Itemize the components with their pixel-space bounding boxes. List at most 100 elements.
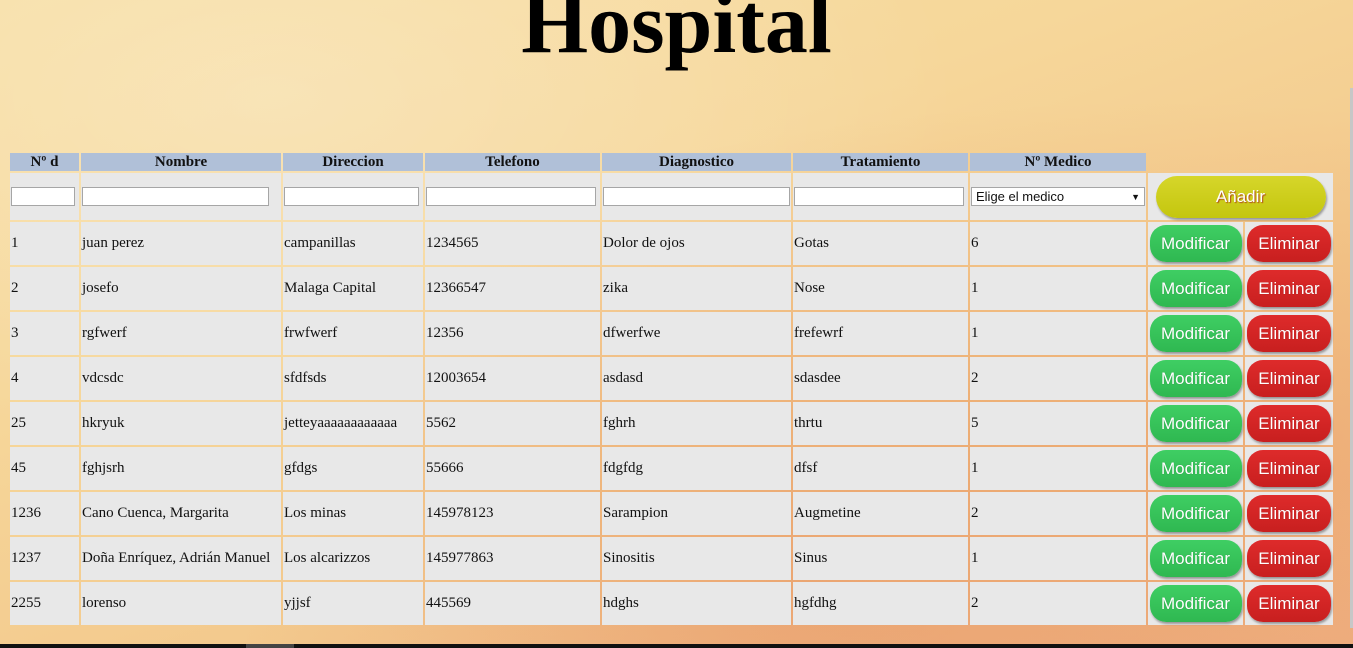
cell-diagnosis: dfwerfwe	[602, 312, 791, 355]
delete-button[interactable]: Eliminar	[1247, 360, 1331, 397]
cell-phone: 12003654	[425, 357, 600, 400]
doctor-select[interactable]: Elige el medico ▼	[971, 187, 1145, 206]
taskbar-item[interactable]	[246, 644, 294, 648]
cell-address: sfdfsds	[283, 357, 423, 400]
cell-diagnosis: fdgfdg	[602, 447, 791, 490]
column-header-doctor: Nº Medico	[970, 153, 1146, 171]
modify-cell: Modificar	[1148, 402, 1243, 445]
name-input[interactable]	[82, 187, 269, 206]
delete-button[interactable]: Eliminar	[1247, 225, 1331, 262]
modify-cell: Modificar	[1148, 537, 1243, 580]
modify-cell: Modificar	[1148, 492, 1243, 535]
column-header-name: Nombre	[81, 153, 281, 171]
table-row: 2 josefo Malaga Capital 12366547 zika Nose 1 Mo…	[10, 267, 1333, 310]
cell-treatment: thrtu	[793, 402, 968, 445]
delete-button[interactable]: Eliminar	[1247, 495, 1331, 532]
modify-cell: Modificar	[1148, 222, 1243, 265]
add-button[interactable]: Añadir	[1155, 175, 1326, 218]
cell-address: jetteyaaaaaaaaaaaa	[283, 402, 423, 445]
cell-treatment: dfsf	[793, 447, 968, 490]
table-row: 1236 Cano Cuenca, Margarita Los minas 14597…	[10, 492, 1333, 535]
id-input[interactable]	[11, 187, 75, 206]
cell-name: Cano Cuenca, Margarita	[81, 492, 281, 535]
delete-cell: Eliminar	[1245, 267, 1333, 310]
cell-phone: 445569	[425, 582, 600, 625]
modify-button[interactable]: Modificar	[1149, 225, 1242, 262]
modify-cell: Modificar	[1148, 447, 1243, 490]
delete-button[interactable]: Eliminar	[1247, 405, 1331, 442]
column-header-id: Nº d	[10, 153, 79, 171]
cell-diagnosis: hdghs	[602, 582, 791, 625]
cell-doctor: 1	[970, 267, 1146, 310]
cell-phone: 145978123	[425, 492, 600, 535]
column-header-address: Direccion	[283, 153, 423, 171]
cell-name: juan perez	[81, 222, 281, 265]
dropdown-arrow-icon: ▼	[1131, 191, 1140, 202]
cell-name: josefo	[81, 267, 281, 310]
new-record-row: Elige el medico ▼ Añadir	[10, 173, 1333, 220]
cell-id: 45	[10, 447, 79, 490]
cell-id: 2	[10, 267, 79, 310]
actions-header-blank	[1148, 153, 1333, 171]
modify-button[interactable]: Modificar	[1149, 495, 1242, 532]
modify-button[interactable]: Modificar	[1149, 585, 1242, 622]
cell-address: Malaga Capital	[283, 267, 423, 310]
taskbar	[0, 644, 1353, 648]
cell-id: 2255	[10, 582, 79, 625]
modify-button[interactable]: Modificar	[1149, 540, 1242, 577]
treatment-input[interactable]	[794, 187, 964, 206]
phone-cell	[425, 173, 600, 220]
cell-treatment: Gotas	[793, 222, 968, 265]
cell-address: frwfwerf	[283, 312, 423, 355]
modify-button[interactable]: Modificar	[1149, 450, 1242, 487]
delete-cell: Eliminar	[1245, 357, 1333, 400]
cell-doctor: 1	[970, 312, 1146, 355]
modify-cell: Modificar	[1148, 582, 1243, 625]
column-header-diagnosis: Diagnostico	[602, 153, 791, 171]
cell-diagnosis: fghrh	[602, 402, 791, 445]
cell-id: 1237	[10, 537, 79, 580]
cell-diagnosis: Sinositis	[602, 537, 791, 580]
address-input[interactable]	[284, 187, 419, 206]
delete-cell: Eliminar	[1245, 492, 1333, 535]
delete-button[interactable]: Eliminar	[1247, 585, 1331, 622]
diagnosis-cell	[602, 173, 791, 220]
cell-treatment: Nose	[793, 267, 968, 310]
modify-button[interactable]: Modificar	[1149, 270, 1242, 307]
cell-phone: 145977863	[425, 537, 600, 580]
table-row: 25 hkryuk jetteyaaaaaaaaaaaa 5562 fghrh thrtu…	[10, 402, 1333, 445]
modify-button[interactable]: Modificar	[1149, 315, 1242, 352]
cell-doctor: 6	[970, 222, 1146, 265]
cell-phone: 5562	[425, 402, 600, 445]
cell-name: vdcsdc	[81, 357, 281, 400]
delete-cell: Eliminar	[1245, 537, 1333, 580]
table-row: 3 rgfwerf frwfwerf 12356 dfwerfwe frefewrf 1 Mo…	[10, 312, 1333, 355]
address-cell	[283, 173, 423, 220]
page-title: Hospital	[521, 0, 832, 71]
table-row: 1237 Doña Enríquez, Adrián Manuel Los alca…	[10, 537, 1333, 580]
cell-doctor: 5	[970, 402, 1146, 445]
delete-button[interactable]: Eliminar	[1247, 315, 1331, 352]
cell-doctor: 1	[970, 537, 1146, 580]
cell-name: fghjsrh	[81, 447, 281, 490]
delete-button[interactable]: Eliminar	[1247, 270, 1331, 307]
cell-diagnosis: zika	[602, 267, 791, 310]
cell-name: Doña Enríquez, Adrián Manuel	[81, 537, 281, 580]
cell-id: 25	[10, 402, 79, 445]
cell-diagnosis: asdasd	[602, 357, 791, 400]
modify-button[interactable]: Modificar	[1149, 360, 1242, 397]
modify-cell: Modificar	[1148, 357, 1243, 400]
id-cell	[10, 173, 79, 220]
modify-button[interactable]: Modificar	[1149, 405, 1242, 442]
cell-treatment: sdasdee	[793, 357, 968, 400]
cell-address: campanillas	[283, 222, 423, 265]
table-row: 1 juan perez campanillas 1234565 Dolor de oj…	[10, 222, 1333, 265]
cell-doctor: 2	[970, 492, 1146, 535]
delete-button[interactable]: Eliminar	[1247, 540, 1331, 577]
add-cell: Añadir	[1148, 173, 1333, 220]
phone-input[interactable]	[426, 187, 596, 206]
cell-doctor: 1	[970, 447, 1146, 490]
diagnosis-input[interactable]	[603, 187, 790, 206]
delete-cell: Eliminar	[1245, 582, 1333, 625]
delete-button[interactable]: Eliminar	[1247, 450, 1331, 487]
